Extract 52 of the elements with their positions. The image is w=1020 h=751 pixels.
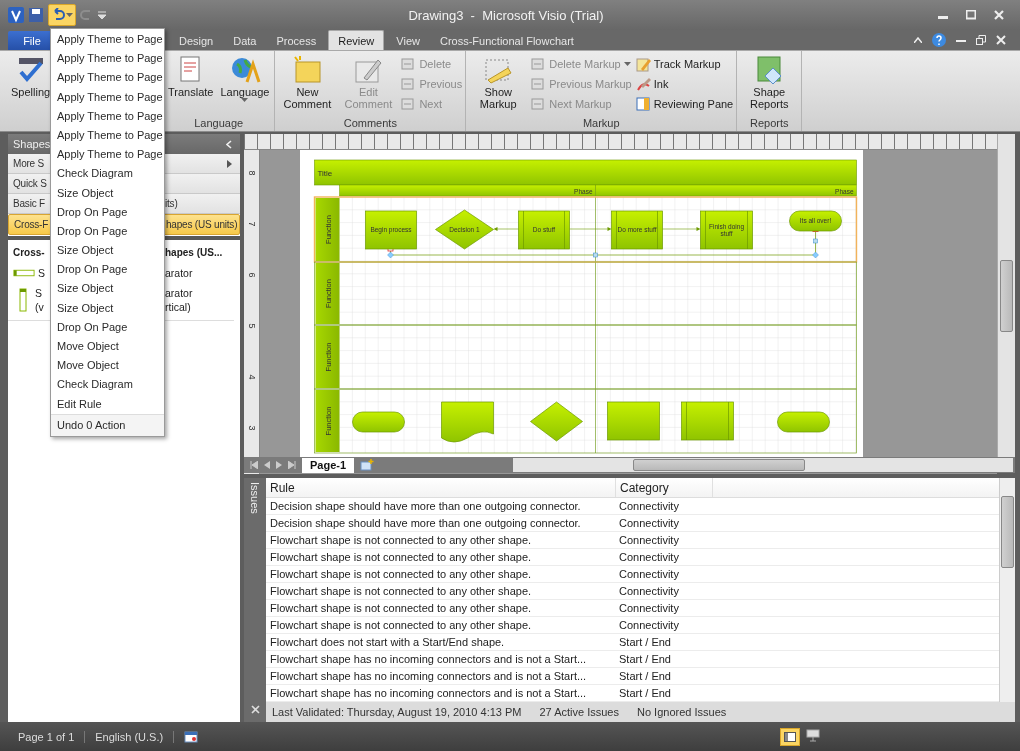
ruler-number: 6 (246, 272, 257, 278)
ruler-number: 7 (246, 221, 257, 227)
panel-title: Shapes (13, 138, 51, 150)
ruler-number: 3 (246, 425, 257, 431)
ruler-number: 8 (246, 170, 257, 176)
table-cell-text: Decision shape should have more than one outgoing connector. (269, 499, 582, 514)
issues-status-text: 27 Active Issues (539, 706, 619, 718)
shape-name: S (38, 266, 45, 280)
shape-name: arator (165, 286, 194, 300)
table-cell-text: Flowchart shape is not connected to any other shape. (269, 584, 533, 599)
status-text: English (U.S.) (85, 730, 175, 743)
table-cell-text: Connectivity (618, 601, 680, 616)
window-title: Drawing3 - Microsoft Visio (Trial) (407, 7, 605, 23)
table-cell-text: Connectivity (618, 618, 680, 633)
table-cell-text: Connectivity (618, 533, 680, 548)
table-cell-text: Flowchart shape has no incoming connectors and is not a Start... (269, 669, 588, 684)
group-label: Markup (581, 117, 621, 131)
issues-status-text: No Ignored Issues (637, 706, 727, 718)
table-cell-text: Flowchart shape has no incoming connectors and is not a Start... (269, 686, 588, 701)
issues-status-text: Last Validated: Thursday, August 19, 2010 4:13 PM (272, 706, 522, 718)
ruler-number: 5 (246, 323, 257, 329)
table-cell-text: Connectivity (618, 550, 680, 565)
stencil-title: Cross- (13, 246, 46, 258)
diagram-title: Title (317, 169, 333, 178)
table-cell-text: Start / End (618, 669, 672, 684)
menu-footer-text: Undo 0 Action (51, 413, 164, 436)
shape-name: S (35, 286, 43, 300)
table-cell-text: Start / End (618, 635, 672, 650)
ruler-number: 4 (246, 374, 257, 380)
table-cell-text: Flowchart shape is not connected to any other shape. (269, 533, 533, 548)
table-cell-text: Connectivity (618, 584, 680, 599)
table-cell-text: Flowchart shape is not connected to any other shape. (269, 567, 533, 582)
table-cell-text: Flowchart shape has no incoming connectors and is not a Start... (269, 652, 588, 667)
shape-name: (v (35, 300, 44, 314)
stencil-title: hapes (US... (165, 246, 224, 258)
group-label: Language (193, 117, 245, 131)
group-label: Reports (749, 117, 790, 131)
table-cell-text: Connectivity (618, 516, 680, 531)
shape-name: rtical) (165, 300, 192, 314)
table-cell-text: Flowchart shape is not connected to any other shape. (269, 601, 533, 616)
table-cell-text: Flowchart shape is not connected to any other shape. (269, 618, 533, 633)
pane-label: Issues (249, 482, 261, 514)
table-cell-text: Flowchart does not start with a Start/End shape. (269, 635, 506, 650)
table-cell-text: Start / End (618, 652, 672, 667)
status-text: Page 1 of 1 (8, 730, 86, 743)
table-cell-text: Start / End (618, 686, 672, 701)
table-cell-text: Connectivity (618, 499, 680, 514)
group-label: Comments (342, 117, 398, 131)
table-cell-text: Connectivity (618, 567, 680, 582)
shape-name: arator (165, 266, 194, 280)
table-cell-text: Flowchart shape is not connected to any other shape. (269, 550, 533, 565)
table-cell-text: Decision shape should have more than one outgoing connector. (269, 516, 582, 531)
